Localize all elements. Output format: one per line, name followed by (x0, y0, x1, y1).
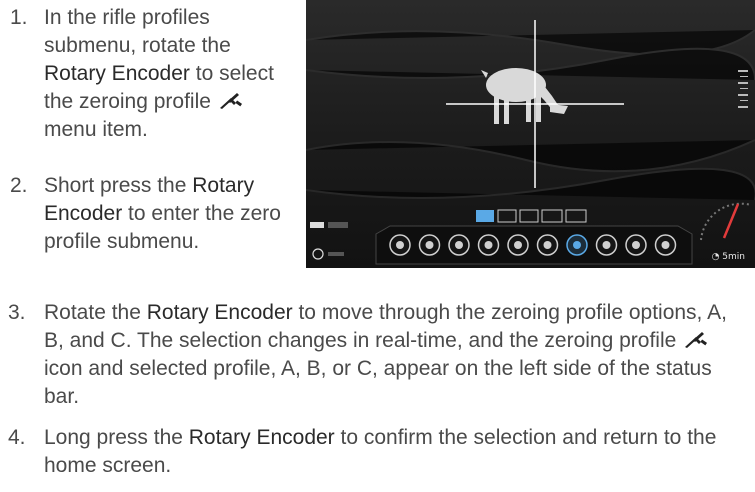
step-text: Rotate the Rotary Encoder to move throug… (44, 299, 744, 411)
step-text-part: Long press the (44, 426, 189, 449)
rifle-icon (219, 93, 242, 109)
rotary-encoder-term: Rotary Encoder (188, 426, 335, 449)
timer-value: 5min (722, 252, 745, 262)
rotary-encoder-term: Rotary Encoder (44, 62, 190, 85)
settings-icon[interactable] (654, 234, 677, 256)
step-text-part: Rotate the (44, 301, 147, 324)
palette-icon[interactable] (536, 234, 559, 256)
step-text-part: In the rifle profiles submenu, rotate th… (44, 6, 231, 57)
night-mode-icon[interactable] (477, 234, 500, 256)
step-number: 2. (10, 174, 28, 197)
step-text-part: icon and selected profile, A, B, or C, a… (44, 357, 712, 408)
step-number: 1. (10, 6, 28, 29)
step-text-part: menu item. (44, 118, 148, 141)
camera-icon[interactable] (507, 234, 529, 256)
rotary-encoder-term: Rotary Encoder (146, 301, 293, 324)
instruction-step: 3. Rotate the Rotary Encoder to move thr… (0, 299, 755, 419)
step-text-part: Short press the (44, 174, 193, 197)
microphone-icon[interactable] (448, 234, 470, 256)
instruction-step: 4. Long press the Rotary Encoder to conf… (0, 424, 755, 490)
instruction-step: 2. Short press the Rotary Encoder to ent… (0, 172, 292, 292)
thermal-scope-screenshot: ◔ 5min (306, 0, 755, 268)
compass-icon[interactable] (418, 234, 441, 256)
step-text: Short press the Rotary Encoder to enter … (44, 172, 292, 256)
step-number: 3. (8, 301, 26, 324)
step-text: Long press the Rotary Encoder to confirm… (44, 424, 744, 480)
timer-label: ◔ 5min (711, 252, 745, 262)
rifle-icon (685, 332, 708, 348)
menu-icons-svg (389, 234, 677, 256)
reticle-icon[interactable] (595, 234, 618, 256)
step-number: 4. (8, 426, 26, 449)
gallery-icon[interactable] (625, 234, 647, 256)
step-text: In the rifle profiles submenu, rotate th… (44, 4, 292, 144)
wifi-icon[interactable] (389, 234, 411, 256)
instruction-step: 1. In the rifle profiles submenu, rotate… (0, 4, 292, 194)
zeroing-crosshair-icon[interactable] (566, 234, 588, 256)
